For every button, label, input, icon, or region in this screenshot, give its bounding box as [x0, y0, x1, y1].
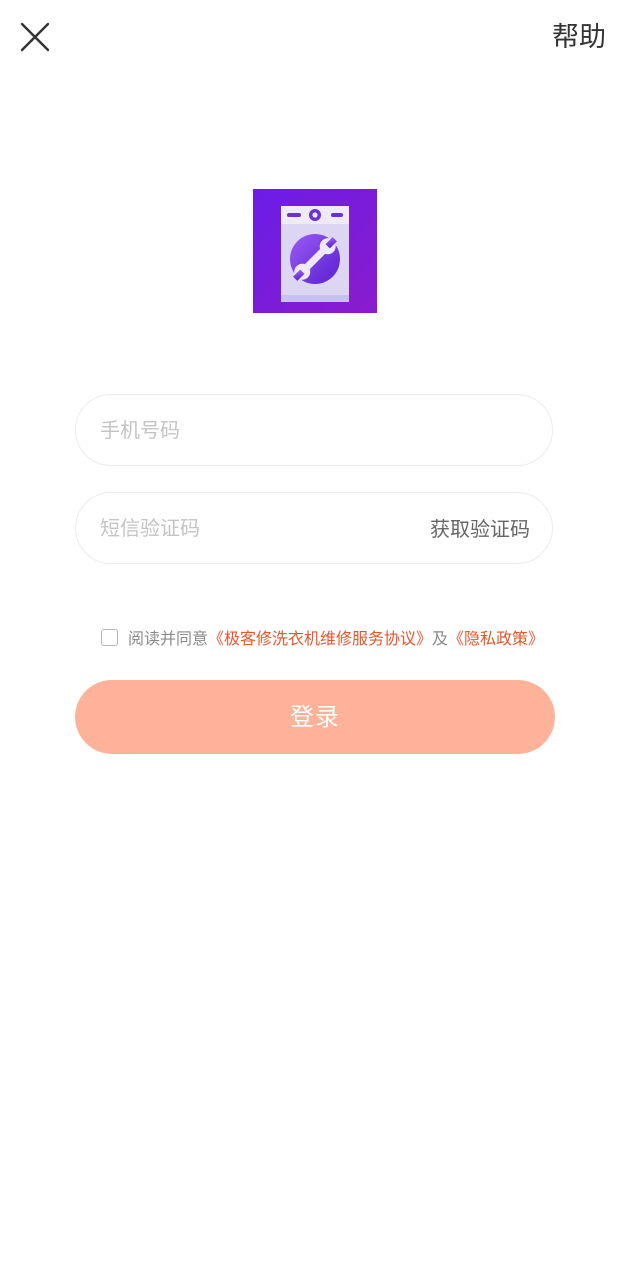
login-page: 帮助 手机号码 短信验证码 获取验证码 阅读并同意 《极客修洗衣机维修服务协议》… [0, 0, 630, 1280]
login-button[interactable]: 登录 [75, 680, 555, 754]
help-link[interactable]: 帮助 [552, 18, 606, 58]
service-agreement-link[interactable]: 《极客修洗衣机维修服务协议》 [208, 625, 432, 649]
get-code-button[interactable]: 获取验证码 [430, 493, 530, 565]
agreement-checkbox[interactable] [101, 628, 118, 646]
phone-field [75, 394, 553, 466]
close-icon [20, 22, 50, 52]
phone-input[interactable] [100, 395, 520, 465]
app-logo [253, 189, 377, 313]
sms-code-input[interactable] [100, 493, 400, 563]
close-button[interactable] [14, 16, 56, 58]
agreement-conjunction: 及 [432, 629, 449, 648]
agreement-prefix: 阅读并同意 [128, 629, 209, 648]
sms-code-field: 获取验证码 [75, 492, 553, 564]
privacy-policy-link[interactable]: 《隐私政策》 [448, 625, 544, 649]
agreement-row: 阅读并同意 《极客修洗衣机维修服务协议》 及 《隐私政策》 [101, 624, 544, 650]
